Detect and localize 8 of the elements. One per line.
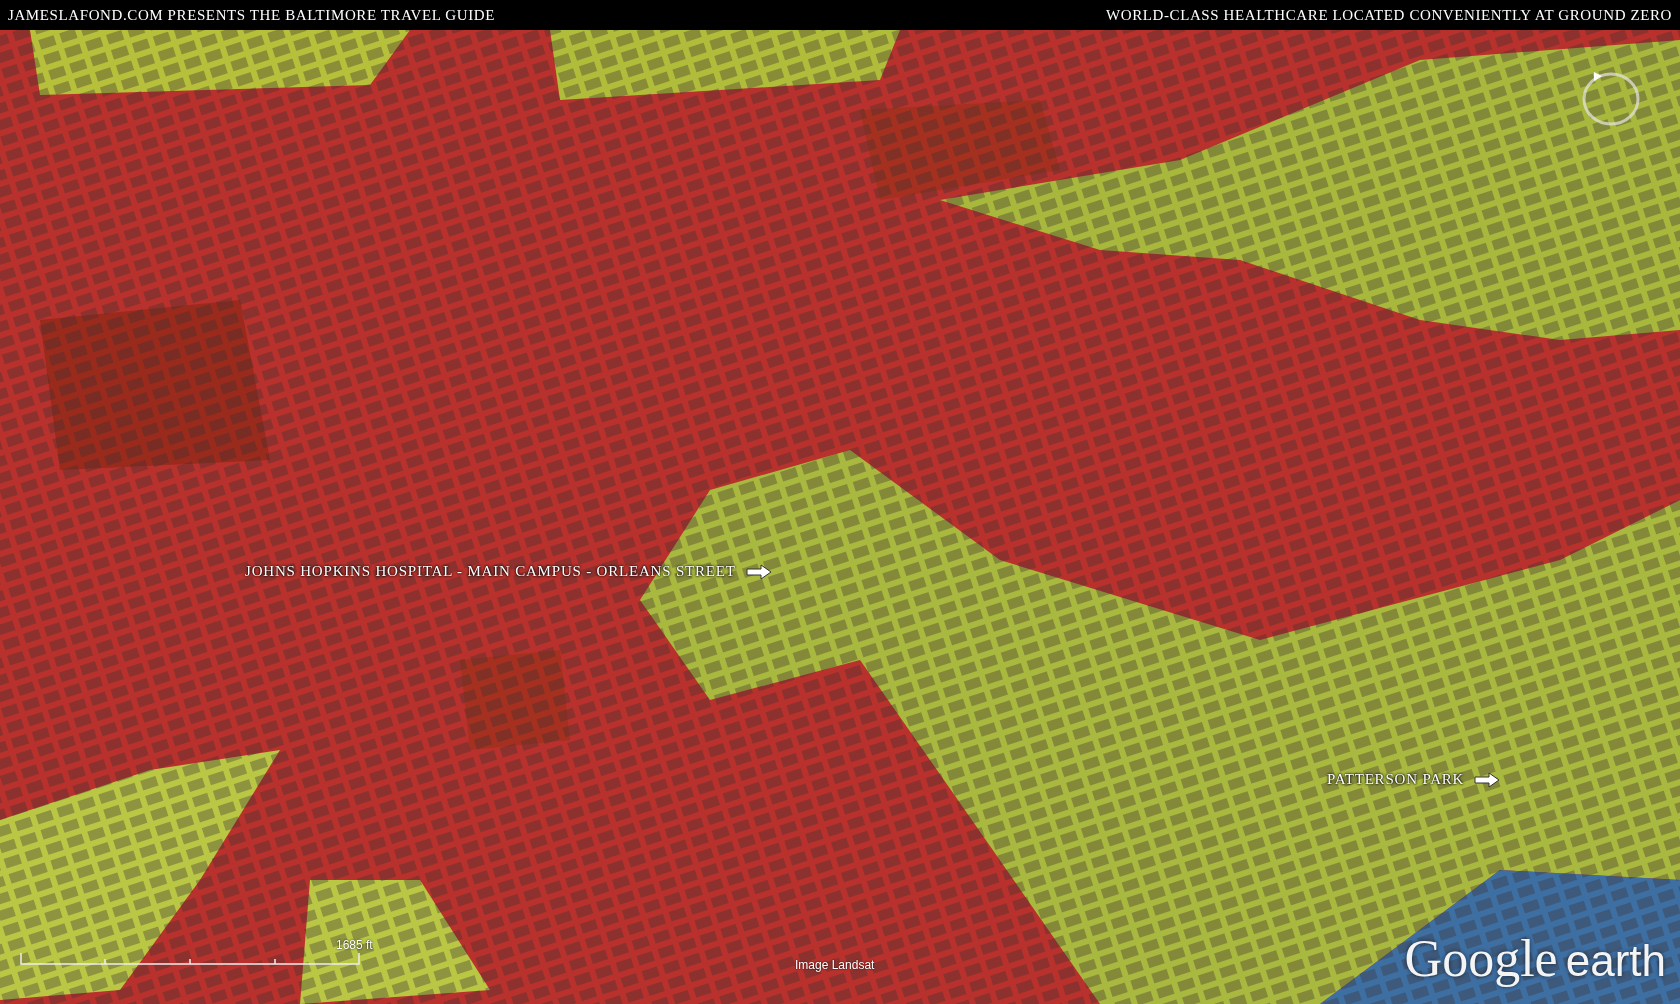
image-credit: Image Landsat [795,958,875,972]
logo: Google earth [1404,929,1666,988]
arrow-icon [745,563,772,580]
tagline: WORLD-CLASS HEALTHCARE LOCATED CONVENIENTLY AT GROUND ZERO [1105,6,1672,24]
map-label: PATTERSON PARK [1327,771,1465,788]
scale-reading: 1685 ft [336,938,373,952]
site-title: JAMESLAFOND.COM PRESENTS THE BALTIMORE TRAVEL GUIDE [8,6,496,24]
arrow-icon [1474,771,1501,788]
